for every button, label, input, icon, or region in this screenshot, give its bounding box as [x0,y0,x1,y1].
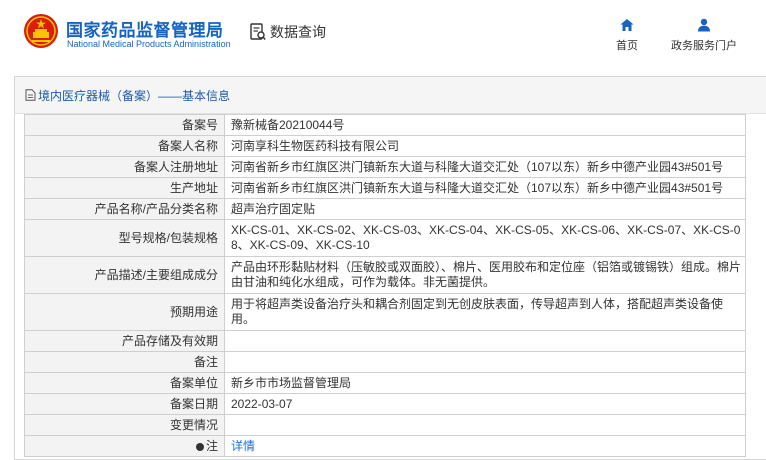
row-value: 产品由环形黏贴材料（压敏胶或双面胶）、棉片、医用胶布和定位座（铝箔或镀锡铁）组成… [224,256,746,294]
data-query-label: 数据查询 [270,24,326,40]
site-name-cn[interactable]: 国家药品监督管理局 [66,16,224,41]
row-label-note: 注 [24,435,225,457]
record-card: 境内医疗器械（备案）——基本信息 备案号 豫新械备20210044号 备案人名称… [14,76,766,460]
row-label: 备案人注册地址 [24,156,225,178]
table-row: 型号规格/包装规格 XK-CS-01、XK-CS-02、XK-CS-03、XK-… [24,219,746,257]
row-label: 变更情况 [24,414,225,436]
nav-home-label: 首页 [616,40,638,52]
table-row: 注 详情 [24,435,746,457]
row-value [224,330,746,352]
table-row: 产品描述/主要组成成分 产品由环形黏贴材料（压敏胶或双面胶）、棉片、医用胶布和定… [24,256,746,294]
nav-service-portal[interactable]: 政务服务门户 [666,18,742,53]
table-row: 生产地址 河南省新乡市红旗区洪门镇新东大道与科隆大道交汇处（107以东）新乡中德… [24,177,746,199]
location-pin-icon [195,442,204,451]
row-value: 豫新械备20210044号 [224,114,746,136]
row-label: 产品名称/产品分类名称 [24,198,225,220]
table-row: 预期用途 用于将超声类设备治疗头和耦合剂固定到无创皮肤表面，传导超声到人体，搭配… [24,293,746,331]
row-value: 2022-03-07 [224,393,746,415]
row-label: 备案号 [24,114,225,136]
national-emblem-icon[interactable] [23,13,59,49]
table-row: 备注 [24,351,746,373]
row-value: 新乡市市场监督管理局 [224,372,746,394]
row-value: 河南省新乡市红旗区洪门镇新东大道与科隆大道交汇处（107以东）新乡中德产业园43… [224,156,746,178]
table-row: 备案人注册地址 河南省新乡市红旗区洪门镇新东大道与科隆大道交汇处（107以东）新… [24,156,746,178]
row-label: 备案人名称 [24,135,225,157]
row-label: 产品描述/主要组成成分 [24,256,225,294]
row-label: 生产地址 [24,177,225,199]
row-value [224,414,746,436]
row-label: 备注 [24,351,225,373]
document-icon [25,89,36,101]
row-label: 产品存储及有效期 [24,330,225,352]
note-label: 注 [205,438,218,453]
row-label: 备案日期 [24,393,225,415]
card-title: 境内医疗器械（备案）——基本信息 [38,88,231,103]
user-icon [698,18,710,32]
table-row: 备案单位 新乡市市场监督管理局 [24,372,746,394]
row-value: 河南享科生物医药科技有限公司 [224,135,746,157]
row-value: 超声治疗固定贴 [224,198,746,220]
table-row: 备案日期 2022-03-07 [24,393,746,415]
nav-home[interactable]: 首页 [612,18,642,53]
row-value: 河南省新乡市红旗区洪门镇新东大道与科隆大道交汇处（107以东）新乡中德产业园43… [224,177,746,199]
data-query-title[interactable]: 数据查询 [250,22,326,42]
row-value [224,351,746,373]
table-row: 变更情况 [24,414,746,436]
record-table: 备案号 豫新械备20210044号 备案人名称 河南享科生物医药科技有限公司 备… [24,114,746,457]
table-row: 备案号 豫新械备20210044号 [24,114,746,136]
row-label: 预期用途 [24,293,225,331]
site-name-en[interactable]: National Medical Products Administration [67,39,231,49]
table-row: 产品存储及有效期 [24,330,746,352]
details-link[interactable]: 详情 [231,439,255,453]
document-search-icon [250,23,266,40]
card-header: 境内医疗器械（备案）——基本信息 [15,77,766,114]
row-label: 型号规格/包装规格 [24,219,225,257]
nav-service-label: 政务服务门户 [671,40,737,52]
row-value: 用于将超声类设备治疗头和耦合剂固定到无创皮肤表面，传导超声到人体，搭配超声类设备… [224,293,746,331]
row-label: 备案单位 [24,372,225,394]
table-row: 备案人名称 河南享科生物医药科技有限公司 [24,135,746,157]
site-header: 国家药品监督管理局 National Medical Products Admi… [0,0,766,62]
row-value: XK-CS-01、XK-CS-02、XK-CS-03、XK-CS-04、XK-C… [224,219,746,257]
table-row: 产品名称/产品分类名称 超声治疗固定贴 [24,198,746,220]
home-icon [620,19,634,31]
row-value: 详情 [224,435,746,457]
